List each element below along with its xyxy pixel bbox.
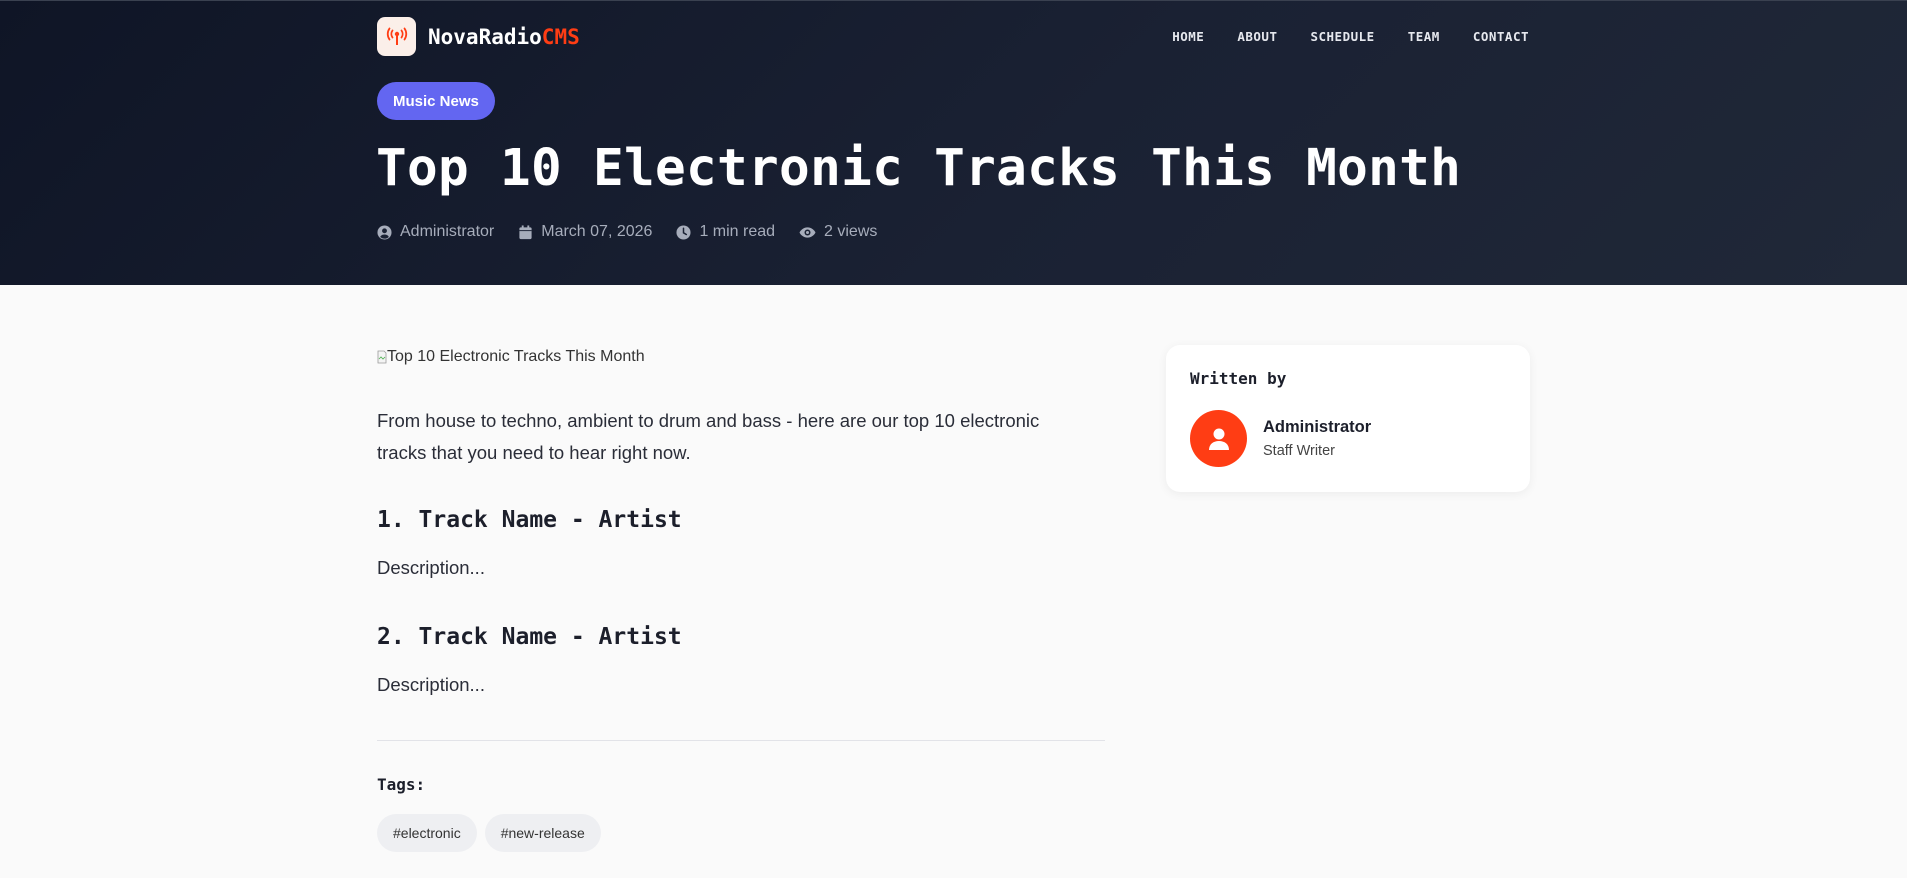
category-badge[interactable]: Music News bbox=[377, 82, 495, 120]
calendar-icon bbox=[519, 224, 532, 239]
author-card-heading: Written by bbox=[1190, 369, 1287, 388]
author-name[interactable]: Administrator bbox=[1263, 418, 1371, 437]
site-name: NovaRadioCMS bbox=[428, 25, 580, 49]
nav-schedule[interactable]: SCHEDULE bbox=[1310, 29, 1374, 44]
user-circle-icon bbox=[377, 224, 392, 240]
track-description-1: Description... bbox=[377, 557, 485, 578]
article-body: Top 10 Electronic Tracks This Month From… bbox=[377, 345, 1105, 852]
track-heading-2: 2. Track Name - Artist bbox=[377, 624, 682, 650]
meta-author: Administrator bbox=[377, 223, 494, 241]
meta-views: 2 views bbox=[799, 223, 877, 241]
track-heading-1: 1. Track Name - Artist bbox=[377, 507, 682, 533]
tag-list: #electronic #new-release bbox=[377, 814, 1105, 852]
post-image: Top 10 Electronic Tracks This Month bbox=[377, 345, 1105, 369]
author-card: Written by Administrator Staff Writer bbox=[1166, 345, 1530, 492]
radio-tower-icon bbox=[377, 17, 416, 56]
track-description-2: Description... bbox=[377, 674, 485, 695]
post-title: Top 10 Electronic Tracks This Month bbox=[376, 139, 1462, 198]
nav-team[interactable]: TEAM bbox=[1408, 29, 1440, 44]
nav-home[interactable]: HOME bbox=[1172, 29, 1204, 44]
site-logo[interactable]: NovaRadioCMS bbox=[377, 17, 580, 56]
meta-date: March 07, 2026 bbox=[518, 223, 652, 241]
author-row: Administrator Staff Writer bbox=[1190, 410, 1506, 467]
meta-read-time: 1 min read bbox=[676, 223, 775, 241]
post-image-alt-text: Top 10 Electronic Tracks This Month bbox=[387, 348, 645, 365]
author-role: Staff Writer bbox=[1263, 443, 1335, 459]
broken-image-icon bbox=[377, 350, 387, 364]
user-icon bbox=[1190, 410, 1247, 467]
hero-header: NovaRadioCMS HOME ABOUT SCHEDULE TEAM CO… bbox=[0, 0, 1907, 285]
eye-icon bbox=[799, 226, 816, 238]
site-name-main: NovaRadio bbox=[428, 24, 542, 49]
nav-about[interactable]: ABOUT bbox=[1237, 29, 1277, 44]
meta-author-name: Administrator bbox=[400, 223, 495, 240]
tag-new-release[interactable]: #new-release bbox=[484, 814, 601, 852]
divider bbox=[377, 740, 1105, 741]
tag-electronic[interactable]: #electronic bbox=[377, 814, 477, 852]
meta-date-text: March 07, 2026 bbox=[541, 223, 653, 240]
post-lead: From house to techno, ambient to drum an… bbox=[377, 410, 1040, 463]
post-meta: Administrator March 07, 2026 1 min read … bbox=[377, 223, 877, 241]
nav-contact[interactable]: CONTACT bbox=[1473, 29, 1529, 44]
site-name-accent: CMS bbox=[541, 24, 580, 49]
meta-views-text: 2 views bbox=[824, 223, 878, 240]
meta-read-time-text: 1 min read bbox=[699, 223, 776, 240]
clock-icon bbox=[676, 224, 691, 240]
tags-label: Tags: bbox=[377, 775, 426, 794]
main-nav: HOME ABOUT SCHEDULE TEAM CONTACT bbox=[1172, 29, 1529, 44]
author-info: Administrator Staff Writer bbox=[1263, 418, 1371, 459]
